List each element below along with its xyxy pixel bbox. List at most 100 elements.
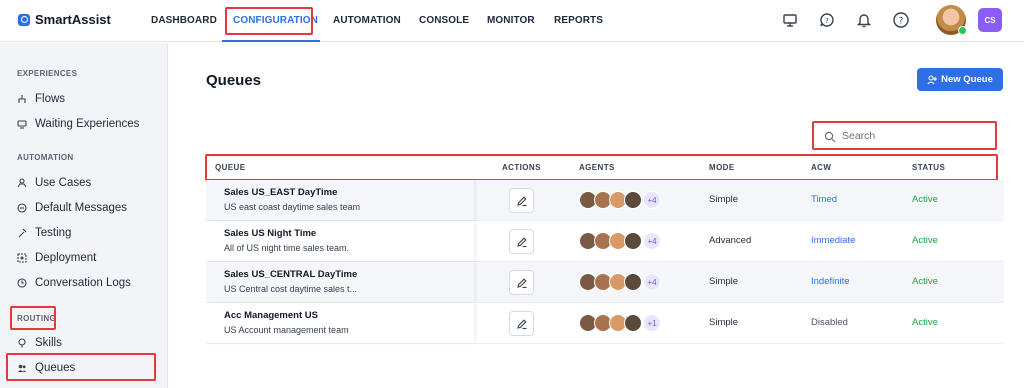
top-navigation-bar: SmartAssist DASHBOARD CONFIGURATION AUTO…: [0, 0, 1024, 42]
agent-avatar: [624, 232, 642, 250]
sidebar-item-label: Waiting Experiences: [35, 118, 140, 130]
sidebar-item-label: Flows: [35, 93, 66, 105]
waiting-icon: [17, 120, 27, 129]
sidebar-item-label: Testing: [35, 227, 72, 239]
sidebar-item-testing[interactable]: Testing: [17, 227, 71, 239]
sidebar-item-waiting-experiences[interactable]: Waiting Experiences: [17, 118, 139, 130]
testing-icon: [18, 228, 27, 238]
edit-icon: [516, 277, 527, 288]
agents-more-count[interactable]: +4: [643, 273, 661, 291]
use-cases-icon: [17, 178, 27, 188]
sidebar: EXPERIENCES Flows Waiting Experiences AU…: [0, 43, 168, 388]
edit-icon: [516, 195, 527, 206]
mode-value: Advanced: [709, 235, 752, 246]
highlight-routing: [10, 306, 56, 330]
agents-more-count[interactable]: +4: [643, 232, 661, 250]
add-user-icon: [927, 74, 938, 84]
sidebar-item-conversation-logs[interactable]: Conversation Logs: [17, 277, 131, 289]
skills-icon: [18, 338, 26, 348]
help-icon[interactable]: ?: [892, 11, 910, 29]
mode-value: Simple: [709, 317, 739, 328]
table-row[interactable]: Sales US_CENTRAL DayTime US Central cost…: [206, 262, 1004, 303]
flows-icon: [18, 95, 26, 103]
new-queue-label: New Queue: [941, 74, 993, 85]
sidebar-item-deployment[interactable]: Deployment: [17, 252, 96, 264]
logs-icon: [17, 278, 27, 288]
agent-avatar: [624, 191, 642, 209]
edit-button[interactable]: [509, 188, 534, 213]
queue-name[interactable]: Sales US_CENTRAL DayTime: [224, 269, 357, 280]
section-automation: AUTOMATION: [17, 153, 74, 162]
nav-console[interactable]: CONSOLE: [419, 15, 469, 26]
queue-cell: Sales US_CENTRAL DayTime US Central cost…: [206, 262, 474, 302]
brand-logo[interactable]: SmartAssist: [18, 12, 111, 27]
edit-button[interactable]: [509, 270, 534, 295]
edit-button[interactable]: [509, 311, 534, 336]
queue-description: All of US night time sales team.: [224, 243, 350, 253]
svg-text:?: ?: [899, 17, 904, 27]
edit-icon: [516, 236, 527, 247]
highlight-queues: [6, 353, 156, 381]
sidebar-item-label: Deployment: [35, 252, 97, 264]
queue-description: US Account management team: [224, 325, 349, 335]
queue-cell: Sales US Night Time All of US night time…: [206, 221, 474, 261]
search-icon: [824, 131, 836, 143]
table-row[interactable]: Acc Management US US Account management …: [206, 303, 1004, 344]
nav-reports[interactable]: REPORTS: [554, 15, 603, 26]
sidebar-item-label: Use Cases: [35, 177, 92, 189]
nav-monitor[interactable]: MONITOR: [487, 15, 535, 26]
nav-automation[interactable]: AUTOMATION: [333, 15, 401, 26]
page-title: Queues: [206, 72, 262, 89]
new-queue-button[interactable]: New Queue: [917, 68, 1003, 91]
nav-dashboard[interactable]: DASHBOARD: [151, 15, 217, 26]
mode-value: Simple: [709, 276, 739, 287]
bell-icon[interactable]: [855, 11, 873, 29]
highlight-table-header: [205, 154, 998, 181]
acw-value: Indefinite: [811, 276, 850, 287]
messages-icon: [17, 203, 27, 213]
active-tab-indicator: [222, 40, 320, 42]
sidebar-item-flows[interactable]: Flows: [17, 93, 65, 105]
mode-value: Simple: [709, 194, 739, 205]
status-value: Active: [912, 235, 938, 246]
edit-icon: [516, 318, 527, 329]
acw-value: Timed: [811, 194, 838, 205]
agents-more-count[interactable]: +1: [643, 314, 661, 332]
queue-cell: Acc Management US US Account management …: [206, 303, 474, 343]
highlight-configuration: [225, 7, 313, 35]
queue-description: US east coast daytime sales team: [224, 202, 361, 212]
queue-name[interactable]: Acc Management US: [224, 310, 318, 321]
acw-value: Disabled: [811, 317, 848, 328]
monitor-icon[interactable]: [781, 11, 799, 29]
table-row[interactable]: Sales US Night Time All of US night time…: [206, 221, 1004, 262]
brand-logo-icon: [18, 13, 30, 26]
sidebar-item-label: Skills: [35, 337, 62, 349]
chat-help-icon[interactable]: ?: [818, 11, 836, 29]
queue-description: US Central cost daytime sales t...: [224, 284, 358, 294]
sidebar-item-label: Conversation Logs: [35, 277, 131, 289]
queue-cell: Sales US_EAST DayTime US east coast dayt…: [206, 180, 474, 220]
sidebar-item-default-messages[interactable]: Default Messages: [17, 202, 127, 214]
online-status-dot: [958, 26, 967, 35]
sidebar-item-use-cases[interactable]: Use Cases: [17, 177, 91, 189]
search-input[interactable]: [842, 128, 992, 144]
acw-value: Immediate: [811, 235, 856, 246]
agent-avatar: [624, 273, 642, 291]
section-experiences: EXPERIENCES: [17, 69, 78, 78]
brand-name: SmartAssist: [35, 12, 111, 27]
table-row[interactable]: Sales US_EAST DayTime US east coast dayt…: [206, 180, 1004, 221]
queue-name[interactable]: Sales US_EAST DayTime: [224, 187, 337, 198]
agent-avatar: [624, 314, 642, 332]
agents-more-count[interactable]: +4: [643, 191, 661, 209]
svg-text:?: ?: [825, 17, 829, 25]
sidebar-item-skills[interactable]: Skills: [17, 337, 62, 349]
sidebar-item-label: Default Messages: [35, 202, 128, 214]
edit-button[interactable]: [509, 229, 534, 254]
search-box: [812, 121, 997, 150]
user-initials-badge[interactable]: CS: [978, 8, 1002, 32]
status-value: Active: [912, 317, 938, 328]
deployment-icon: [17, 253, 27, 263]
status-value: Active: [912, 276, 938, 287]
queue-name[interactable]: Sales US Night Time: [224, 228, 316, 239]
status-value: Active: [912, 194, 938, 205]
